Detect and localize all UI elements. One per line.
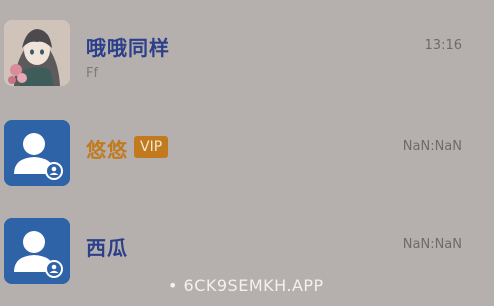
avatar[interactable] <box>4 20 70 86</box>
conversation-item[interactable]: 悠悠 VIP NaN:NaN <box>0 108 494 198</box>
timestamp: 13:16 <box>424 38 462 53</box>
contact-name: 哦哦同样 <box>86 36 170 60</box>
avatar[interactable] <box>4 218 70 284</box>
timestamp: NaN:NaN <box>402 139 462 154</box>
watermark-text: • 6CK9SEMKH.APP <box>168 276 324 295</box>
contact-name: 西瓜 <box>86 236 128 260</box>
anime-girl-avatar-icon <box>4 20 70 86</box>
contact-name: 悠悠 <box>86 138 128 162</box>
conversation-list: 哦哦同样 Ff 13:16 悠悠 VIP NaN:NaN 西瓜 NaN:NaN <box>0 0 494 306</box>
default-user-avatar-icon <box>4 120 70 186</box>
message-preview: Ff <box>86 66 99 81</box>
vip-badge: VIP <box>134 136 169 158</box>
timestamp: NaN:NaN <box>402 237 462 252</box>
conversation-item[interactable]: 哦哦同样 Ff 13:16 <box>0 8 494 98</box>
default-user-avatar-icon <box>4 218 70 284</box>
avatar[interactable] <box>4 120 70 186</box>
